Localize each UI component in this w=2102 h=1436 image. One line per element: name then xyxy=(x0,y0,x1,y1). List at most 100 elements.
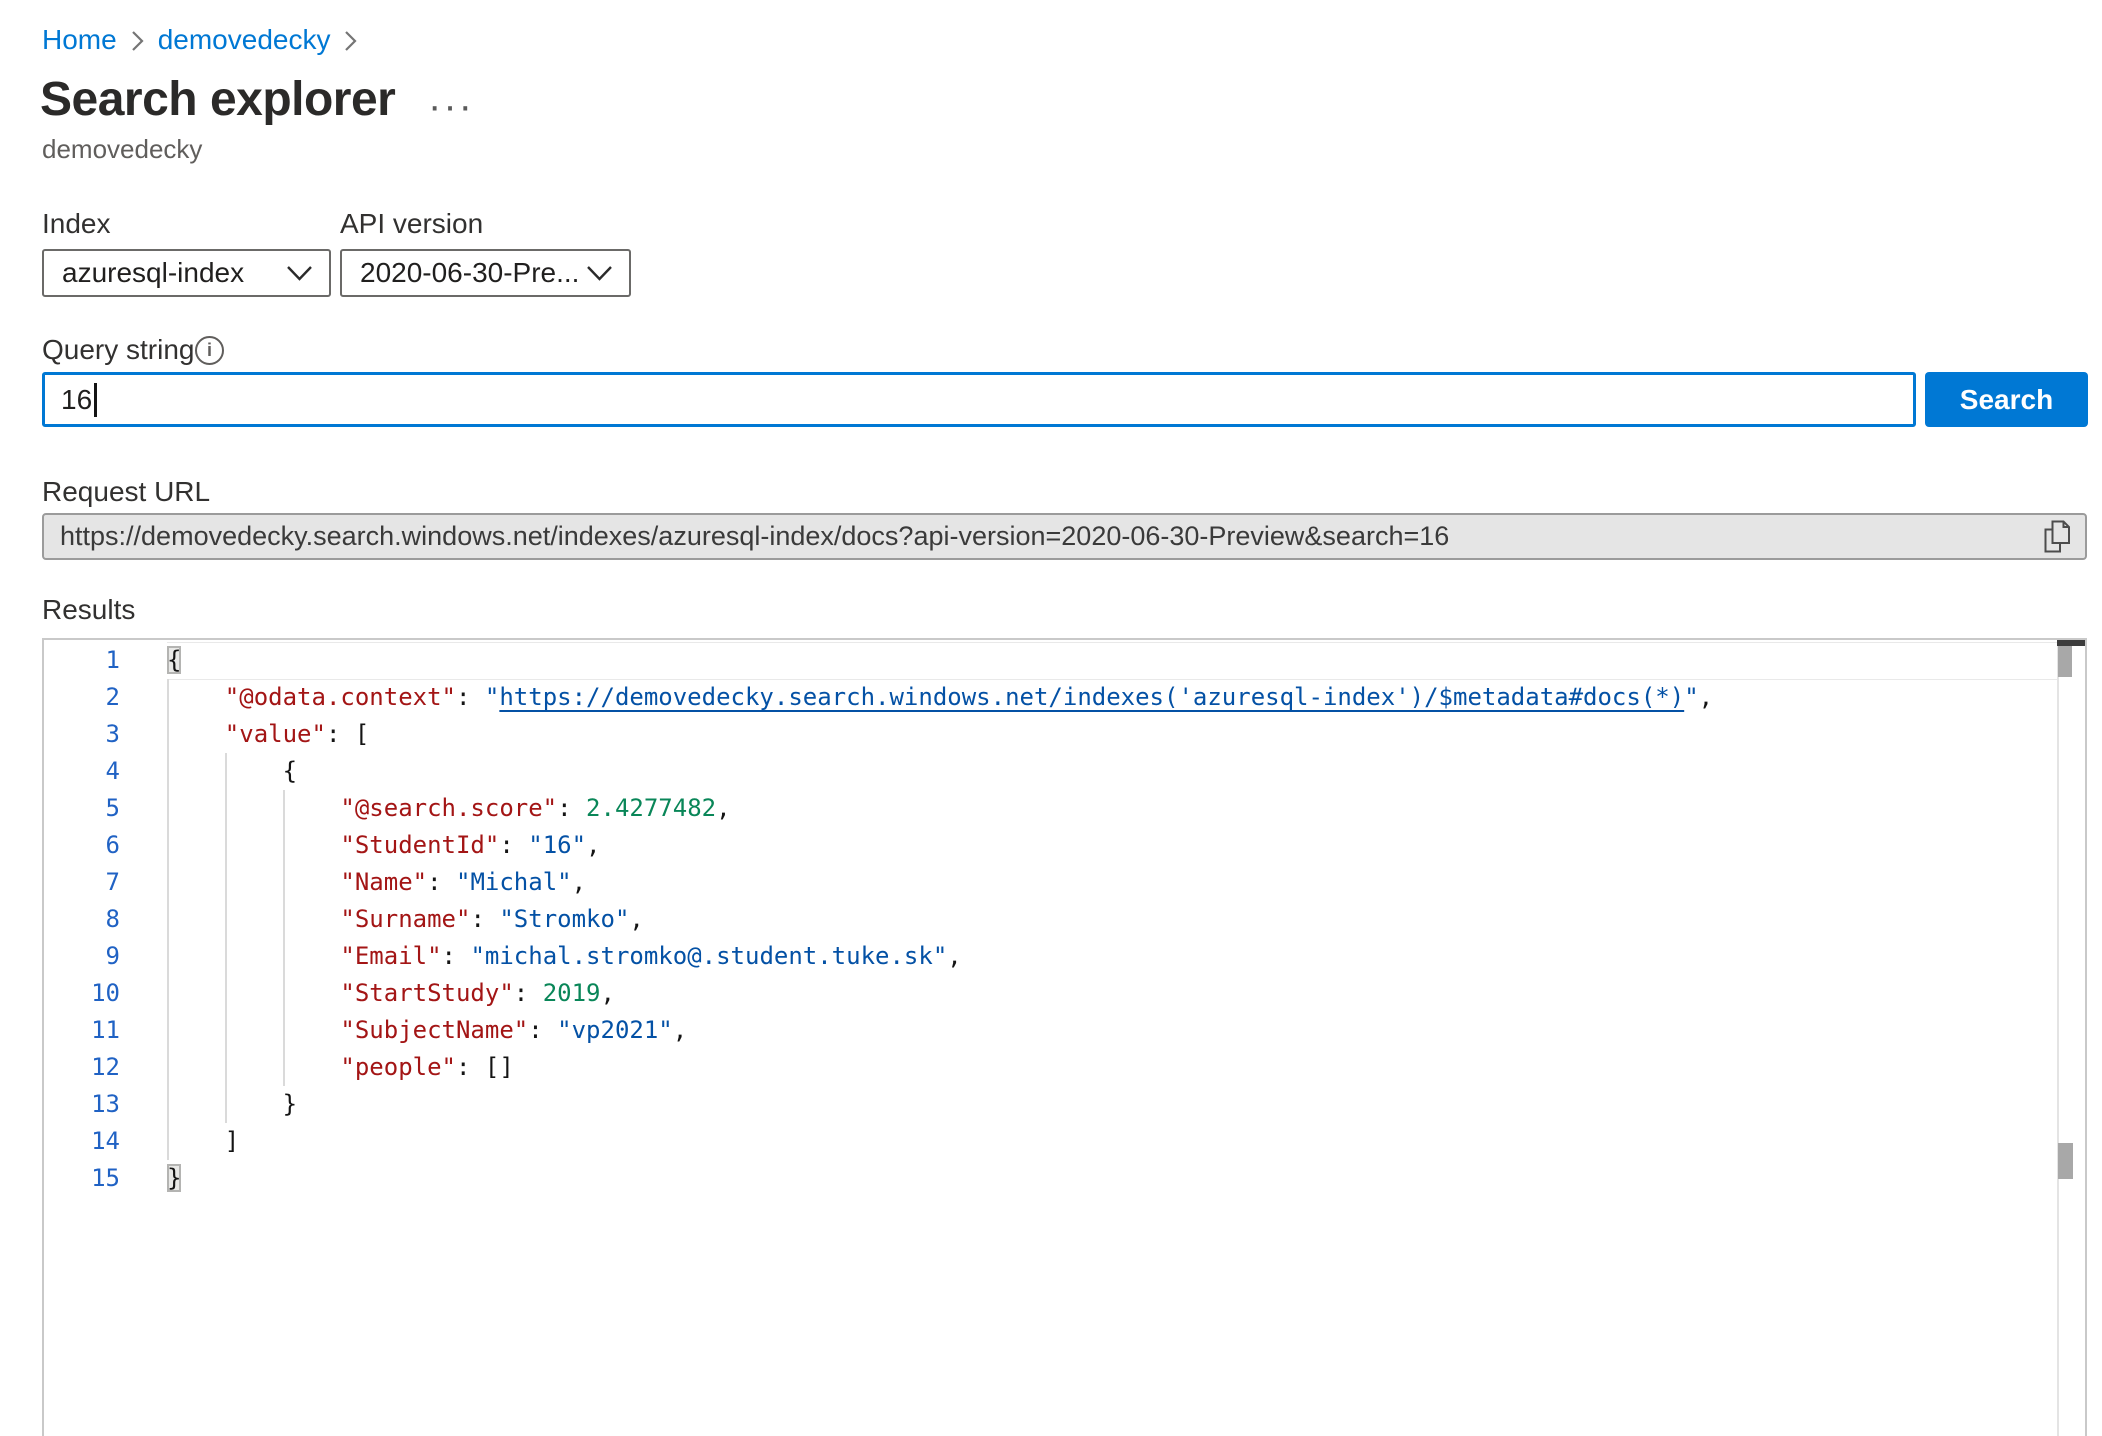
indent-guide xyxy=(225,827,283,864)
query-string-input[interactable]: 16 xyxy=(42,372,1916,427)
text-caret xyxy=(94,383,97,417)
code-token: "StartStudy" xyxy=(340,979,513,1007)
code-token: "Stromko" xyxy=(499,905,629,933)
code-token: ] xyxy=(225,1127,239,1155)
indent-guide xyxy=(225,1012,283,1049)
indent-guide xyxy=(283,901,341,938)
indent-guide xyxy=(167,1123,225,1160)
code-token: "StudentId" xyxy=(340,831,499,859)
indent-guide xyxy=(167,901,225,938)
code-token: "Michal" xyxy=(456,868,572,896)
code-token: : xyxy=(528,1016,557,1044)
chevron-down-icon xyxy=(286,265,313,282)
code-token: , xyxy=(572,868,586,896)
line-number: 11 xyxy=(44,1012,167,1049)
indent-guide xyxy=(283,790,341,827)
code-line: 8"Surname": "Stromko", xyxy=(44,901,2085,938)
code-area: 1{2"@odata.context": "https://demovedeck… xyxy=(44,640,2085,1197)
breadcrumb: Home demovedecky xyxy=(42,24,371,56)
code-token: , xyxy=(947,942,961,970)
code-line: 12 "people": [] xyxy=(44,1049,2085,1086)
index-label: Index xyxy=(42,208,111,240)
indent-guide xyxy=(225,975,283,1012)
indent-guide xyxy=(283,1049,341,1086)
index-select[interactable]: azuresql-index xyxy=(42,249,331,297)
code-token: "vp2021" xyxy=(557,1016,673,1044)
line-number: 3 xyxy=(44,716,167,753)
indent-guide xyxy=(225,1049,283,1086)
line-number: 10 xyxy=(44,975,167,1012)
json-link[interactable]: https://demovedecky.search.windows.net/i… xyxy=(499,683,1684,711)
indent-guide xyxy=(225,1086,283,1123)
code-token: : xyxy=(427,868,456,896)
code-token: : [] xyxy=(456,1053,514,1081)
code-token: : xyxy=(514,979,543,1007)
code-token: " xyxy=(485,683,499,711)
code-token: } xyxy=(283,1090,297,1118)
chevron-right-icon xyxy=(131,30,144,52)
indent-guide xyxy=(167,1049,225,1086)
results-label: Results xyxy=(42,594,135,626)
indent-guide xyxy=(167,679,225,716)
more-options-icon[interactable]: ··· xyxy=(428,84,474,129)
copy-icon xyxy=(2044,520,2071,553)
code-line: 10"StartStudy": 2019, xyxy=(44,975,2085,1012)
code-token: } xyxy=(167,1164,181,1192)
code-line: 13} xyxy=(44,1086,2085,1123)
results-editor[interactable]: 1{2"@odata.context": "https://demovedeck… xyxy=(42,638,2087,1436)
code-line: 7"Name": "Michal", xyxy=(44,864,2085,901)
code-token: : xyxy=(442,942,471,970)
indent-guide xyxy=(225,938,283,975)
code-token: "Name" xyxy=(340,868,427,896)
line-number: 4 xyxy=(44,753,167,790)
line-number: 15 xyxy=(44,1160,167,1197)
scrollbar-thumb[interactable] xyxy=(2058,646,2072,677)
code-token: "@odata.context" xyxy=(225,683,456,711)
code-token: : xyxy=(456,683,485,711)
code-token: , xyxy=(586,831,600,859)
code-line: 9"Email": "michal.stromko@.student.tuke.… xyxy=(44,938,2085,975)
line-number: 5 xyxy=(44,790,167,827)
copy-button[interactable] xyxy=(2034,520,2071,553)
code-line: 11"SubjectName": "vp2021", xyxy=(44,1012,2085,1049)
line-number: 13 xyxy=(44,1086,167,1123)
indent-guide xyxy=(225,864,283,901)
indent-guide xyxy=(225,901,283,938)
overview-ruler-bracket-mark xyxy=(2058,1143,2073,1179)
api-version-select-value: 2020-06-30-Pre... xyxy=(360,257,579,289)
indent-guide xyxy=(167,716,225,753)
code-token: : xyxy=(470,905,499,933)
code-line: 2"@odata.context": "https://demovedecky.… xyxy=(44,679,2085,716)
code-token: "michal.stromko@.student.tuke.sk" xyxy=(470,942,947,970)
code-token: : [ xyxy=(326,720,369,748)
request-url-field[interactable]: https://demovedecky.search.windows.net/i… xyxy=(42,513,2087,560)
code-token: { xyxy=(167,646,181,674)
code-token: { xyxy=(283,757,297,785)
api-version-select[interactable]: 2020-06-30-Pre... xyxy=(340,249,631,297)
info-icon[interactable]: i xyxy=(195,336,224,365)
code-token: "value" xyxy=(225,720,326,748)
indent-guide xyxy=(167,827,225,864)
indent-guide xyxy=(167,1012,225,1049)
code-token: "people" xyxy=(340,1053,456,1081)
code-token: "@search.score" xyxy=(340,794,557,822)
indent-guide xyxy=(283,864,341,901)
indent-guide xyxy=(283,1012,341,1049)
code-token: 2.4277482 xyxy=(586,794,716,822)
chevron-down-icon xyxy=(586,265,613,282)
line-number: 1 xyxy=(44,642,167,679)
code-line: 3 "value": [ xyxy=(44,716,2085,753)
query-string-value: 16 xyxy=(61,384,92,416)
code-token: : xyxy=(557,794,586,822)
code-token: , xyxy=(1699,683,1713,711)
code-token: , xyxy=(673,1016,687,1044)
chevron-right-icon xyxy=(344,30,357,52)
breadcrumb-link-home[interactable]: Home xyxy=(42,24,117,56)
code-line: 4{ xyxy=(44,753,2085,790)
line-number: 6 xyxy=(44,827,167,864)
code-token: "Email" xyxy=(340,942,441,970)
search-button[interactable]: Search xyxy=(1925,372,2088,427)
line-number: 12 xyxy=(44,1049,167,1086)
breadcrumb-link-demovedecky[interactable]: demovedecky xyxy=(158,24,331,56)
api-version-label: API version xyxy=(340,208,483,240)
